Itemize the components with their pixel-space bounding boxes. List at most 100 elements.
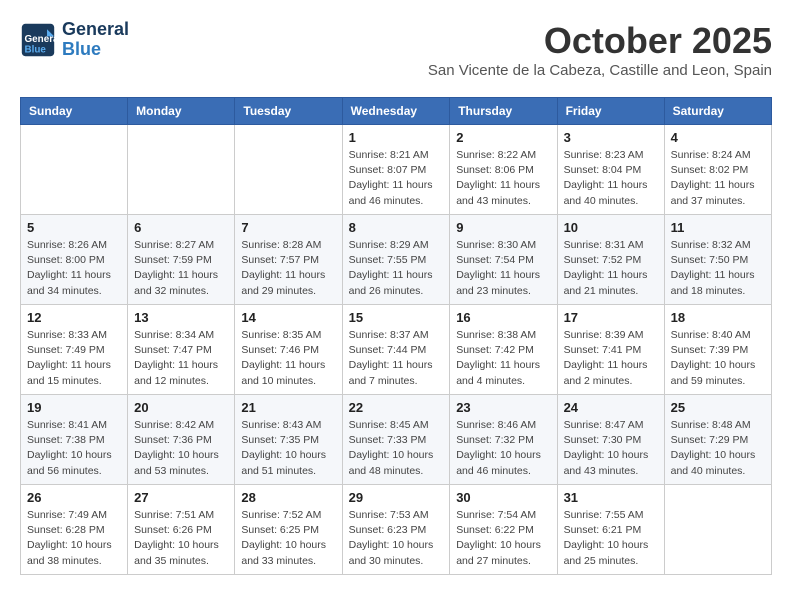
calendar-cell: 15 Sunrise: 8:37 AMSunset: 7:44 PMDayligh… — [342, 305, 450, 395]
logo: General Blue General Blue — [20, 20, 129, 60]
day-info: Sunrise: 8:43 AMSunset: 7:35 PMDaylight:… — [241, 418, 335, 479]
calendar-cell: 7 Sunrise: 8:28 AMSunset: 7:57 PMDaylight… — [235, 215, 342, 305]
day-number: 4 — [671, 130, 765, 145]
calendar-cell: 12Sunrise: 8:33 AMSunset: 7:49 PMDayligh… — [21, 305, 128, 395]
day-info: Sunrise: 8:22 AMSunset: 8:06 PMDaylight:… — [456, 148, 550, 209]
calendar-cell: 10 Sunrise: 8:31 AMSunset: 7:52 PMDayligh… — [557, 215, 664, 305]
calendar-cell: 6 Sunrise: 8:27 AMSunset: 7:59 PMDaylight… — [128, 215, 235, 305]
calendar-cell: 13 Sunrise: 8:34 AMSunset: 7:47 PMDayligh… — [128, 305, 235, 395]
day-info: Sunrise: 7:55 AMSunset: 6:21 PMDaylight:… — [564, 508, 658, 569]
calendar-cell: 3Sunrise: 8:23 AMSunset: 8:04 PMDaylight… — [557, 125, 664, 215]
day-number: 15 — [349, 310, 444, 325]
weekday-header-thursday: Thursday — [450, 98, 557, 125]
day-info: Sunrise: 8:39 AMSunset: 7:41 PMDaylight:… — [564, 328, 658, 389]
day-info: Sunrise: 8:28 AMSunset: 7:57 PMDaylight:… — [241, 238, 335, 299]
location-title: San Vicente de la Cabeza, Castille and L… — [428, 62, 772, 79]
calendar-cell: 25 Sunrise: 8:48 AMSunset: 7:29 PMDayligh… — [664, 395, 771, 485]
day-info: Sunrise: 8:38 AMSunset: 7:42 PMDaylight:… — [456, 328, 550, 389]
calendar-cell: 24 Sunrise: 8:47 AMSunset: 7:30 PMDayligh… — [557, 395, 664, 485]
logo-text: General Blue — [62, 20, 129, 60]
day-info: Sunrise: 8:31 AMSunset: 7:52 PMDaylight:… — [564, 238, 658, 299]
day-info: Sunrise: 7:53 AMSunset: 6:23 PMDaylight:… — [349, 508, 444, 569]
day-info: Sunrise: 8:33 AMSunset: 7:49 PMDaylight:… — [27, 328, 121, 389]
day-info: Sunrise: 8:21 AMSunset: 8:07 PMDaylight:… — [349, 148, 444, 209]
day-number: 24 — [564, 400, 658, 415]
calendar-cell: 5Sunrise: 8:26 AMSunset: 8:00 PMDaylight… — [21, 215, 128, 305]
calendar-table: SundayMondayTuesdayWednesdayThursdayFrid… — [20, 97, 772, 575]
day-number: 27 — [134, 490, 228, 505]
logo-icon: General Blue — [20, 22, 56, 58]
weekday-header-tuesday: Tuesday — [235, 98, 342, 125]
title-section: October 2025 San Vicente de la Cabeza, C… — [428, 20, 772, 89]
svg-text:Blue: Blue — [25, 44, 47, 55]
calendar-cell: 18 Sunrise: 8:40 AMSunset: 7:39 PMDayligh… — [664, 305, 771, 395]
day-info: Sunrise: 8:37 AMSunset: 7:44 PMDaylight:… — [349, 328, 444, 389]
calendar-cell: 20Sunrise: 8:42 AMSunset: 7:36 PMDayligh… — [128, 395, 235, 485]
logo-line2: Blue — [62, 39, 101, 59]
calendar-cell — [664, 485, 771, 575]
day-number: 7 — [241, 220, 335, 235]
day-number: 9 — [456, 220, 550, 235]
calendar-cell: 22 Sunrise: 8:45 AMSunset: 7:33 PMDayligh… — [342, 395, 450, 485]
calendar-cell: 19Sunrise: 8:41 AMSunset: 7:38 PMDayligh… — [21, 395, 128, 485]
day-number: 2 — [456, 130, 550, 145]
day-number: 22 — [349, 400, 444, 415]
day-number: 31 — [564, 490, 658, 505]
day-number: 6 — [134, 220, 228, 235]
calendar-cell: 8 Sunrise: 8:29 AMSunset: 7:55 PMDaylight… — [342, 215, 450, 305]
weekday-header-sunday: Sunday — [21, 98, 128, 125]
day-info: Sunrise: 7:51 AMSunset: 6:26 PMDaylight:… — [134, 508, 228, 569]
day-info: Sunrise: 8:29 AMSunset: 7:55 PMDaylight:… — [349, 238, 444, 299]
day-info: Sunrise: 8:48 AMSunset: 7:29 PMDaylight:… — [671, 418, 765, 479]
day-number: 20 — [134, 400, 228, 415]
calendar-cell: 9 Sunrise: 8:30 AMSunset: 7:54 PMDaylight… — [450, 215, 557, 305]
day-number: 16 — [456, 310, 550, 325]
weekday-header-monday: Monday — [128, 98, 235, 125]
calendar-cell: 26Sunrise: 7:49 AMSunset: 6:28 PMDayligh… — [21, 485, 128, 575]
calendar-cell: 16 Sunrise: 8:38 AMSunset: 7:42 PMDayligh… — [450, 305, 557, 395]
day-info: Sunrise: 8:34 AMSunset: 7:47 PMDaylight:… — [134, 328, 228, 389]
calendar-cell: 31 Sunrise: 7:55 AMSunset: 6:21 PMDayligh… — [557, 485, 664, 575]
day-info: Sunrise: 8:40 AMSunset: 7:39 PMDaylight:… — [671, 328, 765, 389]
day-info: Sunrise: 8:46 AMSunset: 7:32 PMDaylight:… — [456, 418, 550, 479]
day-number: 1 — [349, 130, 444, 145]
day-info: Sunrise: 8:32 AMSunset: 7:50 PMDaylight:… — [671, 238, 765, 299]
calendar-cell: 21Sunrise: 8:43 AMSunset: 7:35 PMDayligh… — [235, 395, 342, 485]
calendar-cell: 30 Sunrise: 7:54 AMSunset: 6:22 PMDayligh… — [450, 485, 557, 575]
day-info: Sunrise: 8:35 AMSunset: 7:46 PMDaylight:… — [241, 328, 335, 389]
calendar-cell: 29 Sunrise: 7:53 AMSunset: 6:23 PMDayligh… — [342, 485, 450, 575]
day-info: Sunrise: 8:45 AMSunset: 7:33 PMDaylight:… — [349, 418, 444, 479]
calendar-cell: 14 Sunrise: 8:35 AMSunset: 7:46 PMDayligh… — [235, 305, 342, 395]
day-number: 10 — [564, 220, 658, 235]
day-info: Sunrise: 8:26 AMSunset: 8:00 PMDaylight:… — [27, 238, 121, 299]
calendar-cell: 17 Sunrise: 8:39 AMSunset: 7:41 PMDayligh… — [557, 305, 664, 395]
day-number: 25 — [671, 400, 765, 415]
calendar-cell: 23Sunrise: 8:46 AMSunset: 7:32 PMDayligh… — [450, 395, 557, 485]
day-info: Sunrise: 7:49 AMSunset: 6:28 PMDaylight:… — [27, 508, 121, 569]
day-number: 14 — [241, 310, 335, 325]
day-info: Sunrise: 7:54 AMSunset: 6:22 PMDaylight:… — [456, 508, 550, 569]
calendar-cell: 2 Sunrise: 8:22 AMSunset: 8:06 PMDaylight… — [450, 125, 557, 215]
calendar-cell: 27 Sunrise: 7:51 AMSunset: 6:26 PMDayligh… — [128, 485, 235, 575]
logo-line1: General — [62, 19, 129, 39]
calendar-cell — [128, 125, 235, 215]
day-number: 17 — [564, 310, 658, 325]
day-number: 3 — [564, 130, 658, 145]
day-number: 30 — [456, 490, 550, 505]
day-number: 18 — [671, 310, 765, 325]
day-info: Sunrise: 8:30 AMSunset: 7:54 PMDaylight:… — [456, 238, 550, 299]
month-title: October 2025 — [428, 20, 772, 62]
day-info: Sunrise: 7:52 AMSunset: 6:25 PMDaylight:… — [241, 508, 335, 569]
calendar-cell: 28Sunrise: 7:52 AMSunset: 6:25 PMDayligh… — [235, 485, 342, 575]
weekday-header-friday: Friday — [557, 98, 664, 125]
day-number: 13 — [134, 310, 228, 325]
day-number: 11 — [671, 220, 765, 235]
day-info: Sunrise: 8:27 AMSunset: 7:59 PMDaylight:… — [134, 238, 228, 299]
calendar-cell — [21, 125, 128, 215]
day-number: 29 — [349, 490, 444, 505]
day-info: Sunrise: 8:47 AMSunset: 7:30 PMDaylight:… — [564, 418, 658, 479]
day-number: 8 — [349, 220, 444, 235]
weekday-header-saturday: Saturday — [664, 98, 771, 125]
day-number: 19 — [27, 400, 121, 415]
calendar-cell: 1 Sunrise: 8:21 AMSunset: 8:07 PMDaylight… — [342, 125, 450, 215]
